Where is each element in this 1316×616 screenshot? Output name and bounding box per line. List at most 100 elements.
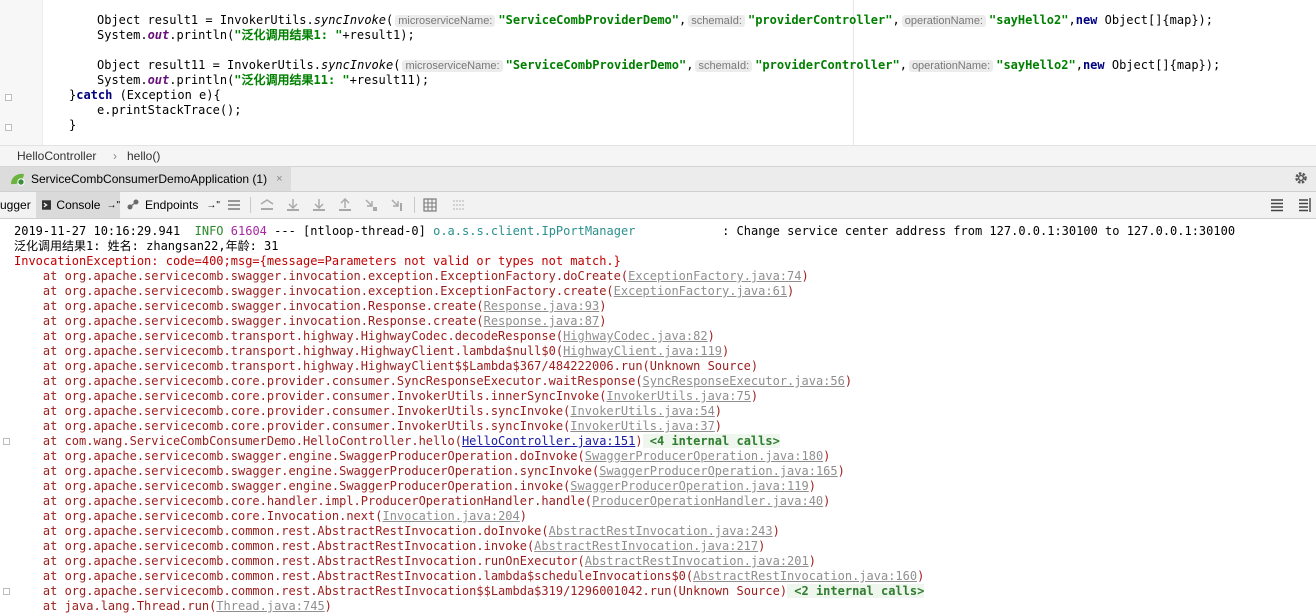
stack-frame-close-paren: ) <box>599 314 607 328</box>
code-line-7[interactable]: } <box>69 118 76 133</box>
scroll-to-end-icon[interactable] <box>1270 198 1284 212</box>
code-editor[interactable]: Object result1 = InvokerUtils.syncInvoke… <box>0 0 1316 145</box>
breadcrumb: HelloController › hello() <box>0 145 1316 167</box>
stack-frame-file-link[interactable]: Response.java:87 <box>484 314 600 328</box>
tab-endpoints[interactable]: Endpoints →" <box>126 192 222 218</box>
stack-frame-file-link[interactable]: InvokerUtils.java:54 <box>570 404 715 418</box>
fold-marker-icon[interactable] <box>5 94 12 101</box>
stack-frame-file-link[interactable]: InvokerUtils.java:37 <box>570 419 715 433</box>
stack-frame-source: Unknown Source <box>649 359 751 373</box>
stack-frame-line: at org.apache.servicecomb.core.provider.… <box>14 419 722 434</box>
stack-frame-file-link[interactable]: AbstractRestInvocation.java:160 <box>693 569 917 583</box>
stack-frame-close-paren: ) <box>844 374 853 388</box>
code-line-4[interactable]: System.out.println("泛化调用结果11: "+result11… <box>97 73 429 88</box>
stack-frame-file-link[interactable]: InvokerUtils.java:75 <box>606 389 751 403</box>
tab-run-configuration[interactable]: ServiceCombConsumerDemoApplication (1) × <box>0 167 291 191</box>
code-line-2[interactable]: System.out.println("泛化调用结果1: "+result1); <box>97 28 415 43</box>
code-line-3[interactable]: Object result11 = InvokerUtils.syncInvok… <box>97 58 1220 73</box>
stack-frame-close-paren: ) <box>787 284 795 298</box>
gear-icon[interactable] <box>1294 171 1308 185</box>
code-line-1[interactable]: Object result1 = InvokerUtils.syncInvoke… <box>97 13 1213 28</box>
stack-frame-line: at org.apache.servicecomb.common.rest.Ab… <box>14 584 925 599</box>
stack-frame-file-link[interactable]: SwaggerProducerOperation.java:119 <box>570 479 808 493</box>
step-out-icon[interactable] <box>338 198 352 212</box>
stack-frame-line: at com.wang.ServiceCombConsumerDemo.Hell… <box>14 434 780 449</box>
stack-frame-method: at org.apache.servicecomb.common.rest.Ab… <box>14 569 694 583</box>
code-line-6[interactable]: e.printStackTrace(); <box>97 103 242 118</box>
step-into-icon[interactable] <box>312 198 326 212</box>
soft-wrap-icon[interactable] <box>452 198 466 212</box>
stack-frame-line: at org.apache.servicecomb.transport.high… <box>14 329 715 344</box>
tab-debugger[interactable]: ugger <box>0 192 34 218</box>
tab-console[interactable]: Console →" <box>36 192 120 218</box>
stack-frame-file-link[interactable]: AbstractRestInvocation.java:217 <box>534 539 758 553</box>
stack-frame-method: at org.apache.servicecomb.core.Invocatio… <box>14 509 383 523</box>
stack-frame-file-link[interactable]: ProducerOperationHandler.java:40 <box>592 494 823 508</box>
stack-frame-line: at java.lang.Thread.run(Thread.java:745) <box>14 599 332 614</box>
stack-frame-file-link[interactable]: AbstractRestInvocation.java:201 <box>585 554 809 568</box>
stack-frame-close-paren: ) <box>519 509 527 523</box>
stack-frame-file-link[interactable]: SwaggerProducerOperation.java:165 <box>599 464 837 478</box>
log-line: 2019-11-27 10:16:29.941 INFO 61604 --- [… <box>14 224 1236 238</box>
stack-frame-close-paren: ) <box>750 389 759 403</box>
stack-frame-close-paren: ) <box>599 299 607 313</box>
stack-frame-file-link[interactable]: HighwayCodec.java:82 <box>563 329 708 343</box>
internal-calls-fold[interactable]: <4 internal calls> <box>642 434 780 448</box>
stack-frame-close-paren: ) <box>324 599 332 613</box>
stack-frame-close-paren: ) <box>808 554 816 568</box>
fold-expand-icon[interactable] <box>3 438 10 445</box>
stack-frame-file-link[interactable]: Response.java:93 <box>484 299 600 313</box>
close-icon[interactable]: × <box>276 173 282 185</box>
stack-frame-method: at org.apache.servicecomb.core.provider.… <box>14 389 607 403</box>
stack-frame-line: at org.apache.servicecomb.swagger.invoca… <box>14 314 607 329</box>
internal-calls-fold[interactable]: <2 internal calls> <box>787 584 925 598</box>
stack-frame-method: at org.apache.servicecomb.swagger.engine… <box>14 479 571 493</box>
menu-icon[interactable] <box>227 198 241 212</box>
tab-console-label: Console <box>56 198 101 212</box>
run-to-cursor-icon[interactable] <box>390 198 404 212</box>
breadcrumb-class[interactable]: HelloController <box>17 149 96 163</box>
endpoints-icon <box>127 199 139 210</box>
soft-wrap-lines-icon[interactable] <box>1298 198 1312 212</box>
stack-frame-file-link[interactable]: SyncResponseExecutor.java:56 <box>643 374 845 388</box>
stack-frame-close-paren: ) <box>714 404 723 418</box>
stack-frame-line: at org.apache.servicecomb.core.handler.i… <box>14 494 831 509</box>
stack-frame-file-link[interactable]: HighwayClient.java:119 <box>563 344 722 358</box>
stack-frame-method: at org.apache.servicecomb.swagger.invoca… <box>14 299 484 313</box>
stack-frame-method: at org.apache.servicecomb.core.handler.i… <box>14 494 592 508</box>
restore-layout-icon[interactable] <box>260 198 274 212</box>
parameter-hint: operationName: <box>901 15 986 27</box>
stack-frame-method: at org.apache.servicecomb.core.provider.… <box>14 404 571 418</box>
run-tool-window-tabs: ServiceCombConsumerDemoApplication (1) × <box>0 167 1316 192</box>
toolbar-separator <box>250 197 251 213</box>
pin-icon: →" <box>106 199 120 211</box>
stack-frame-file-link[interactable]: ExceptionFactory.java:74 <box>628 269 801 283</box>
stack-frame-method: at org.apache.servicecomb.transport.high… <box>14 329 564 343</box>
stack-frame-file-link[interactable]: Invocation.java:204 <box>382 509 519 523</box>
stack-frame-line: at org.apache.servicecomb.core.provider.… <box>14 389 758 404</box>
stack-frame-method: at org.apache.servicecomb.common.rest.Ab… <box>14 554 585 568</box>
stack-frame-file-link[interactable]: HelloController.java:151 <box>462 434 635 448</box>
stack-frame-file-link[interactable]: AbstractRestInvocation.java:243 <box>549 524 773 538</box>
console-output[interactable]: 2019-11-27 10:16:29.941 INFO 61604 --- [… <box>0 219 1316 616</box>
stack-frame-method: at org.apache.servicecomb.transport.high… <box>14 359 650 373</box>
stack-frame-method: at org.apache.servicecomb.transport.high… <box>14 344 564 358</box>
step-over-icon[interactable] <box>286 198 300 212</box>
breadcrumb-method[interactable]: hello() <box>127 149 160 163</box>
stack-frame-close-paren: ) <box>808 479 816 493</box>
parameter-hint: microserviceName: <box>395 15 496 27</box>
spring-boot-icon <box>11 173 25 186</box>
drop-frame-icon[interactable] <box>364 198 378 212</box>
stack-frame-line: at org.apache.servicecomb.swagger.engine… <box>14 464 845 479</box>
stack-frame-file-link[interactable]: SwaggerProducerOperation.java:180 <box>585 449 823 463</box>
stack-frame-close-paren: ) <box>758 539 766 553</box>
fold-expand-icon[interactable] <box>3 588 10 595</box>
evaluate-icon[interactable] <box>423 198 437 212</box>
stack-frame-file-link[interactable]: Thread.java:745 <box>216 599 324 613</box>
stack-frame-close-paren: ) <box>779 584 788 598</box>
editor-gutter <box>0 0 43 145</box>
stack-frame-line: at org.apache.servicecomb.common.rest.Ab… <box>14 524 780 539</box>
stack-frame-file-link[interactable]: ExceptionFactory.java:61 <box>614 284 787 298</box>
fold-marker-icon[interactable] <box>5 124 12 131</box>
code-line-5[interactable]: }catch (Exception e){ <box>69 88 221 103</box>
